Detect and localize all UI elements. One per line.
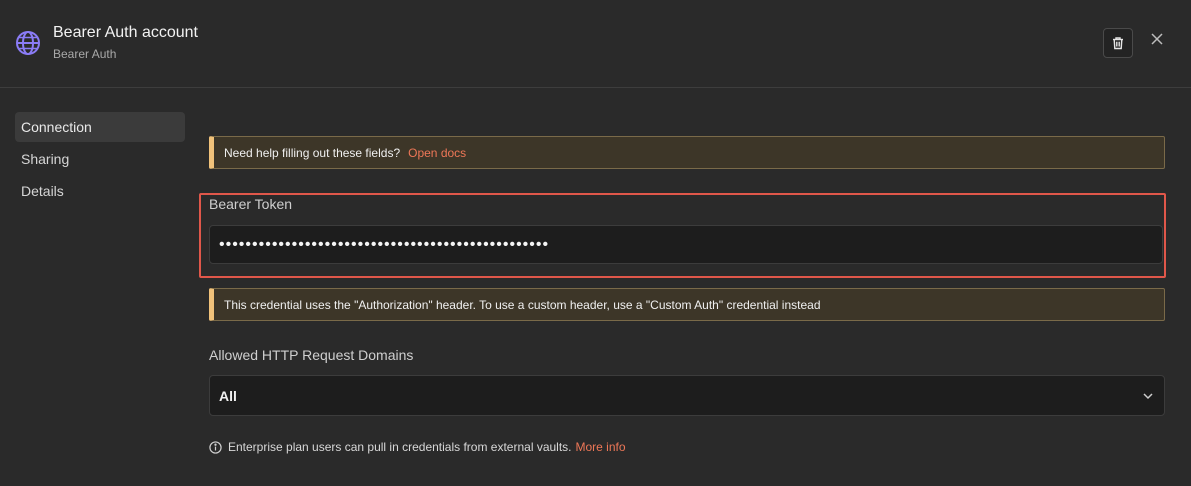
allowed-domains-value: All	[219, 387, 237, 404]
modal-title: Bearer Auth account	[53, 24, 198, 41]
modal-header: Bearer Auth account Bearer Auth	[0, 0, 1191, 88]
more-info-link[interactable]: More info	[576, 440, 626, 454]
allowed-domains-select[interactable]: All	[209, 375, 1165, 416]
bearer-token-input[interactable]: ••••••••••••••••••••••••••••••••••••••••…	[209, 225, 1163, 264]
sidebar-item-sharing[interactable]: Sharing	[15, 144, 185, 174]
delete-credential-button[interactable]	[1103, 28, 1133, 58]
info-icon	[209, 440, 222, 454]
allowed-domains-label: Allowed HTTP Request Domains	[209, 347, 414, 363]
help-notice: Need help filling out these fields? Open…	[209, 136, 1165, 169]
bearer-token-label: Bearer Token	[209, 196, 293, 212]
chevron-down-icon	[1143, 393, 1153, 400]
open-docs-link[interactable]: Open docs	[408, 146, 466, 160]
enterprise-footnote-text: Enterprise plan users can pull in creden…	[228, 440, 572, 454]
close-button[interactable]	[1146, 28, 1168, 50]
close-icon	[1151, 33, 1163, 45]
sidebar: Connection Sharing Details	[15, 112, 185, 208]
sidebar-item-details[interactable]: Details	[15, 176, 185, 206]
sidebar-item-connection[interactable]: Connection	[15, 112, 185, 142]
authorization-notice-text: This credential uses the "Authorization"…	[224, 297, 821, 312]
trash-icon	[1113, 37, 1123, 50]
authorization-header-notice: This credential uses the "Authorization"…	[209, 288, 1165, 321]
credential-modal: Bearer Auth account Bearer Auth Connecti…	[0, 0, 1191, 486]
modal-subtitle: Bearer Auth	[53, 47, 117, 61]
globe-icon	[16, 31, 40, 55]
enterprise-footnote: Enterprise plan users can pull in creden…	[209, 440, 626, 454]
help-notice-text: Need help filling out these fields?	[224, 145, 401, 160]
